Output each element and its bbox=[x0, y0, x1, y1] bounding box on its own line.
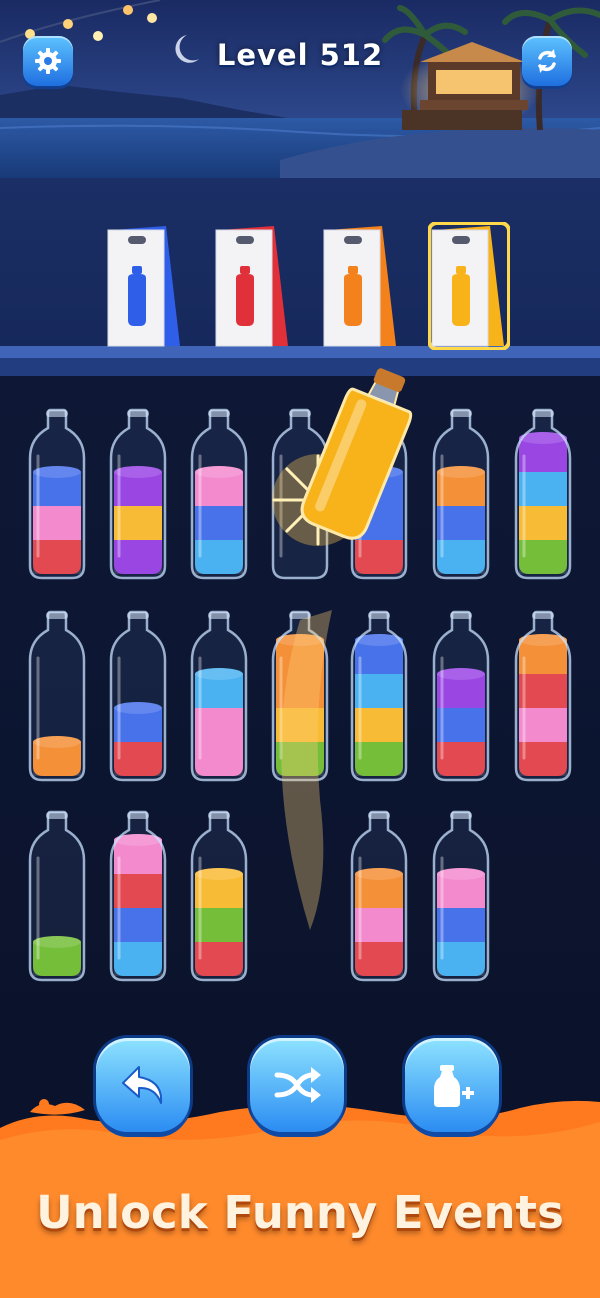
tube[interactable] bbox=[348, 608, 410, 784]
bag-yellow bbox=[428, 222, 510, 350]
tube[interactable] bbox=[348, 406, 410, 582]
tube-empty-slot[interactable] bbox=[269, 406, 331, 582]
tube[interactable] bbox=[269, 608, 331, 784]
promo-banner-text: Unlock Funny Events bbox=[36, 1186, 564, 1239]
tube[interactable] bbox=[188, 808, 250, 984]
tube[interactable] bbox=[188, 608, 250, 784]
level-title: Level 512 bbox=[216, 38, 384, 72]
restart-button[interactable] bbox=[522, 36, 572, 86]
gear-icon bbox=[35, 48, 61, 74]
tube[interactable] bbox=[512, 406, 574, 582]
tube[interactable] bbox=[107, 406, 169, 582]
settings-button[interactable] bbox=[23, 36, 73, 86]
tube[interactable] bbox=[430, 608, 492, 784]
undo-button[interactable] bbox=[96, 1038, 190, 1132]
tube[interactable] bbox=[107, 608, 169, 784]
bag-orange bbox=[323, 226, 396, 347]
bag-blue bbox=[107, 226, 180, 347]
bag-red bbox=[215, 226, 288, 347]
refresh-icon bbox=[538, 49, 556, 73]
shuffle-icon bbox=[274, 1067, 321, 1103]
undo-icon bbox=[122, 1066, 163, 1104]
game-screen: Level 512 Unlock Funny Events bbox=[0, 0, 600, 1298]
add-bottle-button[interactable] bbox=[405, 1038, 499, 1132]
tube[interactable] bbox=[430, 808, 492, 984]
tube[interactable] bbox=[26, 608, 88, 784]
tube[interactable] bbox=[26, 808, 88, 984]
tube[interactable] bbox=[26, 406, 88, 582]
tube[interactable] bbox=[512, 608, 574, 784]
tube[interactable] bbox=[348, 808, 410, 984]
tube[interactable] bbox=[107, 808, 169, 984]
tube[interactable] bbox=[430, 406, 492, 582]
shuffle-button[interactable] bbox=[250, 1038, 344, 1132]
add-bottle-icon bbox=[434, 1065, 474, 1107]
tube[interactable] bbox=[188, 406, 250, 582]
